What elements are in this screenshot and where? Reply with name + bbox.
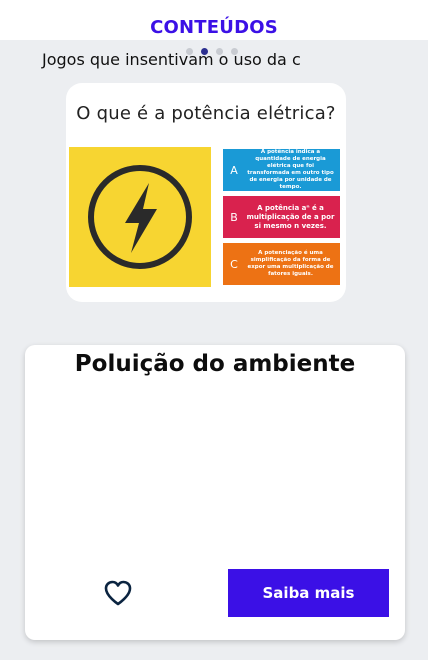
option-letter: A: [230, 163, 238, 177]
carousel-dot[interactable]: [216, 48, 223, 55]
carousel-caption[interactable]: Jogos que insentivam o uso da c: [42, 50, 301, 69]
card-title: Poluição do ambiente: [74, 351, 356, 377]
saiba-mais-button[interactable]: Saiba mais: [228, 569, 389, 617]
option-text: A potência aⁿ é a multiplicação de a por…: [246, 203, 335, 230]
option-text: A potenciação é uma simplificação da for…: [247, 250, 334, 277]
carousel-dot[interactable]: [231, 48, 238, 55]
content-card: Poluição do ambiente Saiba mais: [25, 345, 405, 640]
quiz-image: [69, 147, 211, 287]
carousel-slide-quiz[interactable]: O que é a potência elétrica? A A potênci…: [66, 83, 346, 302]
quiz-option-b[interactable]: B A potência aⁿ é a multiplicação de a p…: [223, 196, 340, 238]
quiz-option-a[interactable]: A A potência indica a quantidade de ener…: [223, 149, 340, 191]
quiz-question: O que é a potência elétrica?: [76, 103, 336, 124]
quiz-option-c[interactable]: C A potenciação é uma simplificação da f…: [223, 243, 340, 285]
heart-outline-icon: [104, 580, 132, 606]
option-text: A potência indica a quantidade de energi…: [247, 149, 334, 190]
carousel-dot-active[interactable]: [201, 48, 208, 55]
carousel-pagination: [186, 48, 238, 55]
lightning-bolt-icon: [88, 165, 192, 269]
app-header: CONTEÚDOS: [0, 0, 428, 40]
carousel-dot[interactable]: [186, 48, 193, 55]
favorite-button[interactable]: [103, 578, 133, 608]
option-letter: B: [230, 210, 238, 224]
page-title: CONTEÚDOS: [150, 16, 278, 38]
option-letter: C: [230, 257, 238, 271]
